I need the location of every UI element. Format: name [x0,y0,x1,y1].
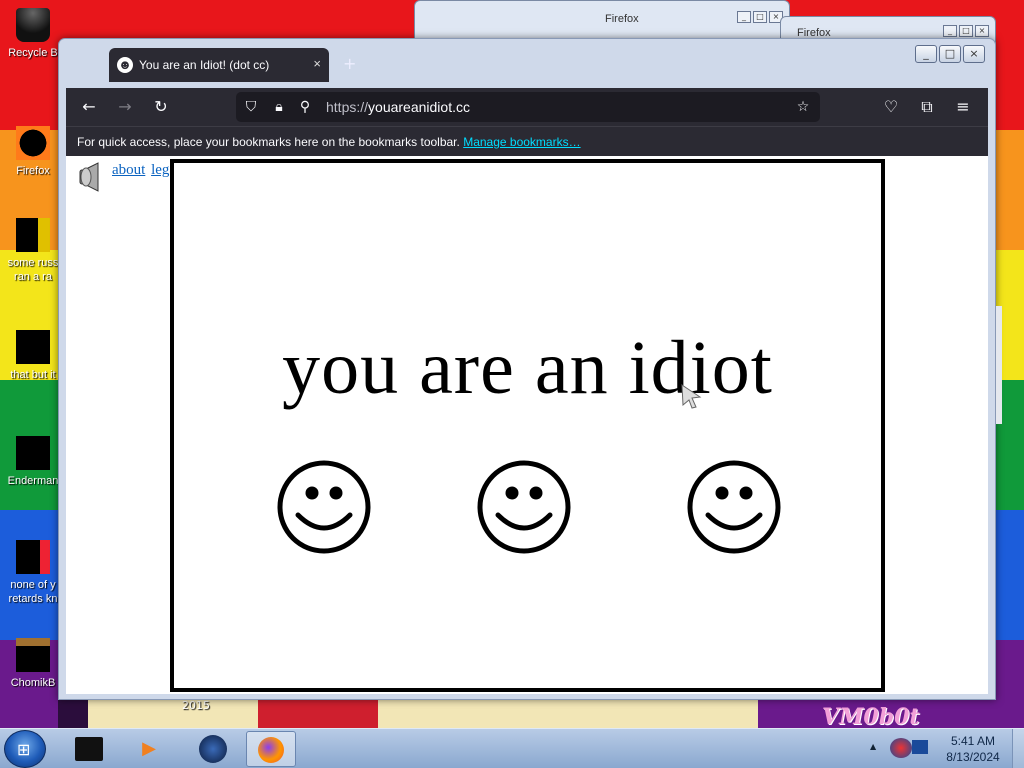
maximize-button[interactable]: □ [753,11,767,23]
desktop-icon-label: Enderman [7,475,59,487]
window-controls: _ □ × [943,25,989,37]
desktop-icon-folder[interactable]: ChomikB [2,638,64,690]
about-link[interactable]: about [112,162,145,178]
desktop-icon-label: Firefox [16,165,50,177]
bookmarks-toolbar: For quick access, place your bookmarks h… [66,126,988,156]
taskbar: ⊞ ▶ ▲ 5:41 AM 8/13/2024 [0,728,1024,768]
tray-app-icon[interactable] [890,738,912,758]
bookmarks-hint: For quick access, place your bookmarks h… [77,135,460,149]
bookmark-star-icon[interactable]: ☆ [794,97,812,117]
maximize-button[interactable]: □ [959,25,973,37]
desktop: Recycle B Firefox some russ ran a ra tha… [0,0,1024,768]
close-button[interactable]: × [963,45,985,63]
tray-app-icon[interactable] [912,740,928,754]
minimize-button[interactable]: _ [737,11,751,23]
dark-box-icon [75,737,103,761]
taskbar-app-box[interactable] [64,731,114,767]
forward-button[interactable]: → [114,96,136,118]
url-bar[interactable]: ⛉ 🔒︎ ⚲ https://youareanidiot.cc ☆ [236,92,820,122]
clock[interactable]: 5:41 AM 8/13/2024 [940,733,1006,765]
smiley-icon [477,460,571,554]
extensions-icon[interactable]: ⧉ [916,96,938,118]
tab-youareanidiot[interactable]: ☻ You are an Idiot! (dot cc) × [109,48,329,82]
background-window[interactable]: Firefox _ □ × [414,0,790,40]
desktop-icon-label: ChomikB [10,677,56,689]
desktop-icon-label: some russ ran a ra [7,257,59,283]
browser-window: ☻ You are an Idiot! (dot cc) × + _ □ × ←… [58,38,996,700]
desktop-icon-recycle-bin[interactable]: Recycle B [2,8,64,60]
url-text[interactable]: https://youareanidiot.cc [326,99,470,115]
window-title: Firefox [605,13,639,25]
back-button[interactable]: ← [78,96,100,118]
globe-icon [199,735,227,763]
mouse-cursor-icon [681,384,702,409]
smiley-icon [277,460,371,554]
folder-icon [16,218,50,252]
wallpaper-year: 2015 [182,699,210,712]
tab-title: You are an Idiot! (dot cc) [139,58,270,72]
clock-date: 8/13/2024 [946,750,1000,764]
nav-toolbar: ← → ↻ ⛉ 🔒︎ ⚲ https://youareanidiot.cc ☆ … [66,88,988,126]
desktop-icon-folder[interactable]: that but it [2,330,64,382]
desktop-icon-label: Recycle B [8,47,58,59]
folder-icon [16,330,50,364]
page-title: you are an idiot [282,326,773,410]
maximize-button[interactable]: □ [939,45,961,63]
new-tab-button[interactable]: + [343,54,356,73]
desktop-icon-folder[interactable]: Enderman [2,436,64,488]
minimize-button[interactable]: _ [943,25,957,37]
menu-icon[interactable]: ≡ [952,96,974,118]
firefox-icon [16,126,50,160]
manage-bookmarks-link[interactable]: Manage bookmarks… [463,135,580,149]
folder-icon [16,638,50,672]
smiley-icon: ☻ [117,57,133,73]
smiley-icon [687,460,781,554]
recycle-bin-icon [16,8,50,42]
minimize-button[interactable]: _ [915,45,937,63]
watermark-text: VM0b0t [822,704,920,730]
firefox-icon [258,737,284,763]
taskbar-app-firefox[interactable] [246,731,296,767]
speaker-icon[interactable] [74,162,106,192]
scrollbar[interactable] [996,306,1002,424]
page-content: about legacy safe you are an idiot [66,156,988,694]
reload-button[interactable]: ↻ [150,96,172,118]
show-desktop-button[interactable] [1012,729,1024,768]
firefox-icon [16,540,50,574]
media-player-icon: ▶ [142,738,156,759]
desktop-icon-firefox[interactable]: none of y retards kn [2,540,64,606]
permissions-icon[interactable]: ⚲ [296,97,314,117]
idiot-frame: you are an idiot [170,159,885,692]
show-hidden-icons-button[interactable]: ▲ [870,742,876,751]
lock-icon[interactable]: 🔒︎ [270,97,288,117]
window-controls: _ □ × [737,11,783,23]
desktop-icon-label: none of y retards kn [8,579,58,605]
taskbar-app-media-player[interactable]: ▶ [124,731,174,767]
folder-icon [16,436,50,470]
windows-logo-icon: ⊞ [17,740,31,759]
taskbar-app-globe[interactable] [188,731,238,767]
shield-icon[interactable]: ⛉ [242,97,260,117]
tab-close-button[interactable]: × [313,56,321,71]
desktop-icon-firefox[interactable]: Firefox [2,126,64,178]
close-button[interactable]: × [975,25,989,37]
pocket-icon[interactable]: ♡ [880,96,902,118]
window-controls: _ □ × [915,45,985,63]
start-button[interactable]: ⊞ [4,730,46,768]
clock-time: 5:41 AM [950,734,996,748]
desktop-icon-folder[interactable]: some russ ran a ra [2,218,64,284]
desktop-icon-label: that but it [10,369,56,381]
